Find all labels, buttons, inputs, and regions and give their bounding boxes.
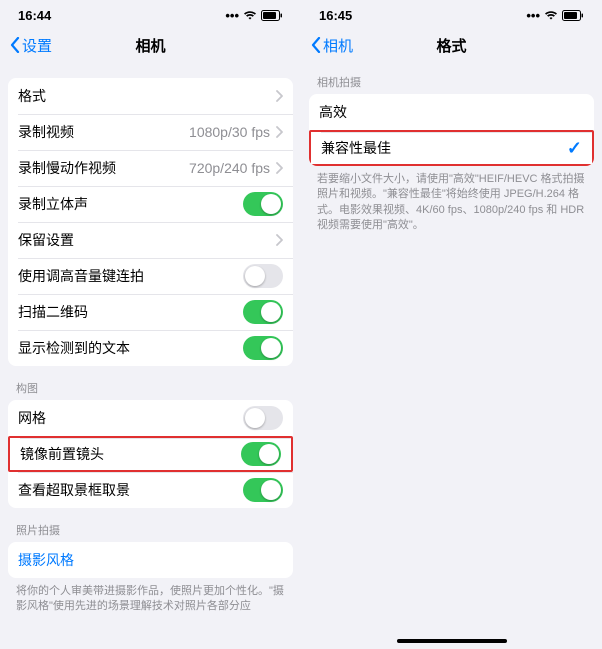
home-indicator[interactable]: [397, 639, 507, 643]
row-volume-burst[interactable]: 使用调高音量键连拍: [8, 258, 293, 294]
settings-content: 格式 录制视频 1080p/30 fps 录制慢动作视频 720p/240 fp…: [0, 60, 301, 649]
row-formats[interactable]: 格式: [8, 78, 293, 114]
checkmark-icon: ✓: [567, 138, 582, 159]
back-label: 相机: [323, 35, 353, 56]
toggle-mirror-front[interactable]: [241, 442, 281, 466]
row-label: 查看超取景框取景: [18, 480, 130, 500]
row-label: 兼容性最佳: [321, 138, 391, 158]
row-stereo[interactable]: 录制立体声: [8, 186, 293, 222]
status-bar: 16:44 •••: [0, 0, 301, 30]
row-label: 录制立体声: [18, 194, 88, 214]
back-button[interactable]: 相机: [311, 35, 353, 56]
group-photo-capture: 摄影风格: [8, 542, 293, 578]
row-label: 显示检测到的文本: [18, 338, 130, 358]
back-label: 设置: [22, 35, 52, 56]
chevron-right-icon: [276, 234, 283, 246]
footer-caption-formats: 若要缩小文件大小，请使用"高效"HEIF/HEVC 格式拍摄照片和视频。"兼容性…: [301, 166, 602, 234]
group-capture-settings: 格式 录制视频 1080p/30 fps 录制慢动作视频 720p/240 fp…: [8, 78, 293, 366]
nav-bar: 相机 格式: [301, 30, 602, 60]
row-view-outside-frame[interactable]: 查看超取景框取景: [8, 472, 293, 508]
row-label: 使用调高音量键连拍: [18, 266, 144, 286]
section-header-camera-capture: 相机拍摄: [301, 60, 602, 94]
row-label: 保留设置: [18, 230, 74, 250]
battery-icon: [562, 10, 584, 21]
option-most-compatible[interactable]: 兼容性最佳 ✓: [309, 130, 594, 166]
row-label: 录制视频: [18, 122, 74, 142]
section-header-composition: 构图: [0, 366, 301, 400]
toggle-live-text[interactable]: [243, 336, 283, 360]
row-preserve-settings[interactable]: 保留设置: [8, 222, 293, 258]
row-label: 摄影风格: [18, 550, 74, 570]
row-record-slomo[interactable]: 录制慢动作视频 720p/240 fps: [8, 150, 293, 186]
battery-icon: [261, 10, 283, 21]
back-button[interactable]: 设置: [10, 35, 52, 56]
wifi-icon: [243, 10, 257, 20]
chevron-right-icon: [276, 90, 283, 102]
group-format-options: 高效 兼容性最佳 ✓: [309, 94, 594, 166]
formats-screen: 16:45 ••• 相机 格式 相机拍摄 高效 兼容性最佳: [301, 0, 602, 649]
footer-caption-styles: 将你的个人审美带进摄影作品，使照片更加个性化。"摄影风格"使用先进的场景理解技术…: [0, 578, 301, 615]
row-label: 网格: [18, 408, 46, 428]
status-time: 16:45: [319, 8, 352, 23]
toggle-view-outside[interactable]: [243, 478, 283, 502]
row-live-text[interactable]: 显示检测到的文本: [8, 330, 293, 366]
row-label: 录制慢动作视频: [18, 158, 116, 178]
row-scan-qr[interactable]: 扫描二维码: [8, 294, 293, 330]
row-label: 格式: [18, 86, 46, 106]
row-label: 高效: [319, 102, 347, 122]
nav-bar: 设置 相机: [0, 30, 301, 60]
chevron-right-icon: [276, 126, 283, 138]
chevron-left-icon: [311, 37, 321, 53]
row-grid[interactable]: 网格: [8, 400, 293, 436]
row-label: 镜像前置镜头: [20, 444, 104, 464]
chevron-left-icon: [10, 37, 20, 53]
status-time: 16:44: [18, 8, 51, 23]
row-mirror-front-camera[interactable]: 镜像前置镜头: [8, 436, 293, 472]
toggle-stereo[interactable]: [243, 192, 283, 216]
row-value: 1080p/30 fps: [189, 124, 270, 140]
section-header-photo-capture: 照片拍摄: [0, 508, 301, 542]
status-icons: •••: [225, 8, 283, 23]
option-high-efficiency[interactable]: 高效: [309, 94, 594, 130]
camera-settings-screen: 16:44 ••• 设置 相机 格式 录制视频: [0, 0, 301, 649]
wifi-icon: [544, 10, 558, 20]
formats-content: 相机拍摄 高效 兼容性最佳 ✓ 若要缩小文件大小，请使用"高效"HEIF/HEV…: [301, 60, 602, 649]
group-composition: 网格 镜像前置镜头 查看超取景框取景: [8, 400, 293, 508]
row-record-video[interactable]: 录制视频 1080p/30 fps: [8, 114, 293, 150]
chevron-right-icon: [276, 162, 283, 174]
row-label: 扫描二维码: [18, 302, 88, 322]
toggle-grid[interactable]: [243, 406, 283, 430]
row-photographic-styles[interactable]: 摄影风格: [8, 542, 293, 578]
status-icons: •••: [526, 8, 584, 23]
toggle-burst[interactable]: [243, 264, 283, 288]
status-bar: 16:45 •••: [301, 0, 602, 30]
toggle-qr[interactable]: [243, 300, 283, 324]
row-value: 720p/240 fps: [189, 160, 270, 176]
